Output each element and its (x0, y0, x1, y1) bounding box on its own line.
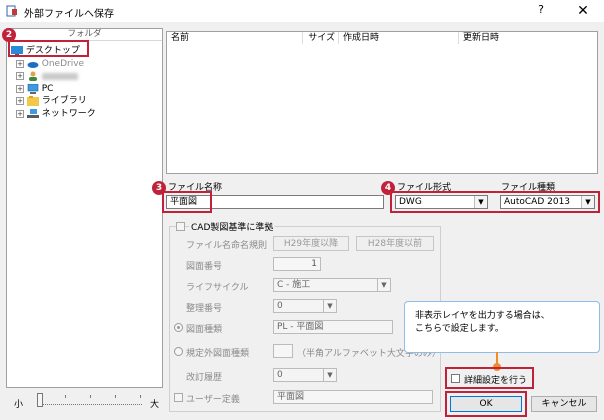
column-header-modified[interactable]: 更新日時 (459, 32, 597, 44)
file-format-select[interactable]: DWG ▼ (395, 195, 488, 209)
detail-setting-label: 詳細設定を行う (464, 376, 528, 386)
drawing-type-value: PL - 平面図 (277, 322, 324, 332)
cad-standard-checkbox[interactable] (176, 222, 185, 231)
blurred-username (42, 73, 78, 80)
slider-tick (90, 395, 91, 398)
tooltip-line-2: こちらで設定します。 (415, 324, 504, 334)
tree-item-pc[interactable]: + PC (16, 83, 53, 95)
network-icon (26, 108, 39, 118)
detail-setting-checkbox[interactable] (451, 374, 460, 383)
drawing-type-radio[interactable] (174, 323, 183, 332)
revision-label: 改訂履歴 (186, 373, 223, 383)
tree-item-label: OneDrive (41, 59, 85, 69)
h29-after-button[interactable]: H29年度以降 (273, 236, 349, 251)
revision-select[interactable]: 0 ▼ (273, 368, 337, 382)
sort-number-select[interactable]: 0 ▼ (273, 299, 337, 313)
user-icon (28, 71, 37, 81)
chevron-down-icon[interactable]: ▼ (323, 369, 336, 381)
tree-item-label: PC (41, 84, 54, 94)
column-header-size[interactable]: サイズ (303, 32, 339, 44)
user-definition-label: ユーザー定義 (186, 395, 240, 405)
highlight-filename (162, 191, 212, 213)
expand-icon[interactable]: + (16, 110, 24, 118)
tooltip-line-1: 非表示レイヤを出力する場合は、 (415, 311, 550, 321)
file-format-value: DWG (399, 197, 422, 207)
tree-item-label: ネットワーク (41, 109, 96, 119)
cad-standard-group (169, 226, 441, 412)
chevron-down-icon[interactable]: ▼ (474, 196, 487, 208)
pc-icon (27, 83, 39, 94)
size-slider-track[interactable] (38, 404, 142, 405)
tree-item-network[interactable]: + ネットワーク (16, 108, 96, 120)
close-button[interactable]: ✕ (572, 2, 594, 20)
folder-tree[interactable]: フォルダ デスクトップ + OneDrive + + PC + ライブラリ + … (6, 28, 163, 388)
library-icon (26, 95, 39, 106)
app-icon (6, 5, 17, 17)
drawing-number-input[interactable]: 1 (273, 257, 321, 271)
non-standard-label: 規定外図面種類 (186, 349, 250, 359)
highlight-desktop (8, 40, 89, 57)
help-button[interactable]: ? (531, 3, 551, 19)
column-header-created[interactable]: 作成日時 (339, 32, 459, 44)
ok-button[interactable]: OK (450, 396, 522, 412)
slider-tick (115, 395, 116, 398)
slider-large-label: 大 (150, 400, 160, 410)
chevron-down-icon[interactable]: ▼ (377, 279, 390, 291)
user-definition-input[interactable]: 平面図 (273, 390, 433, 404)
expand-icon[interactable]: + (16, 97, 24, 105)
slider-tick (140, 395, 141, 398)
tree-item-user[interactable]: + (16, 70, 78, 82)
slider-tick (65, 395, 66, 398)
drawing-number-label: 図面番号 (186, 262, 223, 272)
column-header-name[interactable]: 名前 (167, 32, 303, 44)
tree-item-onedrive[interactable]: + OneDrive (16, 58, 84, 70)
cancel-button[interactable]: キャンセル (531, 396, 597, 412)
tree-item-label: ライブラリ (41, 96, 87, 106)
file-type-select[interactable]: AutoCAD 2013 ▼ (500, 195, 595, 209)
title-bar: 外部ファイルへ保存 ? ✕ (0, 0, 604, 22)
expand-icon[interactable]: + (16, 60, 24, 68)
drawing-type-select[interactable]: PL - 平面図 (273, 320, 393, 334)
drawing-type-label: 図面種類 (186, 325, 223, 335)
step-badge-2: 2 (2, 28, 16, 42)
expand-icon[interactable]: + (16, 85, 24, 93)
chevron-down-icon[interactable]: ▼ (323, 300, 336, 312)
tree-item-library[interactable]: + ライブラリ (16, 95, 87, 107)
size-slider-thumb[interactable] (37, 393, 43, 407)
non-standard-input[interactable] (273, 344, 293, 358)
lifecycle-value: C - 施工 (277, 280, 311, 290)
chevron-down-icon[interactable]: ▼ (581, 196, 594, 208)
sort-number-label: 整理番号 (186, 304, 223, 314)
revision-value: 0 (277, 370, 283, 380)
file-list[interactable]: 名前 サイズ 作成日時 更新日時 (166, 31, 598, 174)
cad-standard-label: CAD製図基準に準拠 (189, 220, 276, 233)
sort-number-value: 0 (277, 301, 283, 311)
h28-before-button[interactable]: H28年度以前 (356, 236, 434, 251)
lifecycle-label: ライフサイクル (186, 283, 249, 293)
window-title: 外部ファイルへ保存 (24, 9, 114, 20)
naming-rule-label: ファイル名命名規則 (186, 241, 268, 251)
slider-small-label: 小 (14, 400, 24, 410)
onedrive-icon (27, 61, 39, 68)
help-tooltip: 非表示レイヤを出力する場合は、 こちらで設定します。 (404, 301, 600, 353)
file-type-value: AutoCAD 2013 (504, 197, 571, 207)
expand-icon[interactable]: + (16, 72, 24, 80)
lifecycle-select[interactable]: C - 施工 ▼ (273, 278, 391, 292)
non-standard-radio[interactable] (174, 347, 183, 356)
user-definition-checkbox[interactable] (174, 393, 183, 402)
